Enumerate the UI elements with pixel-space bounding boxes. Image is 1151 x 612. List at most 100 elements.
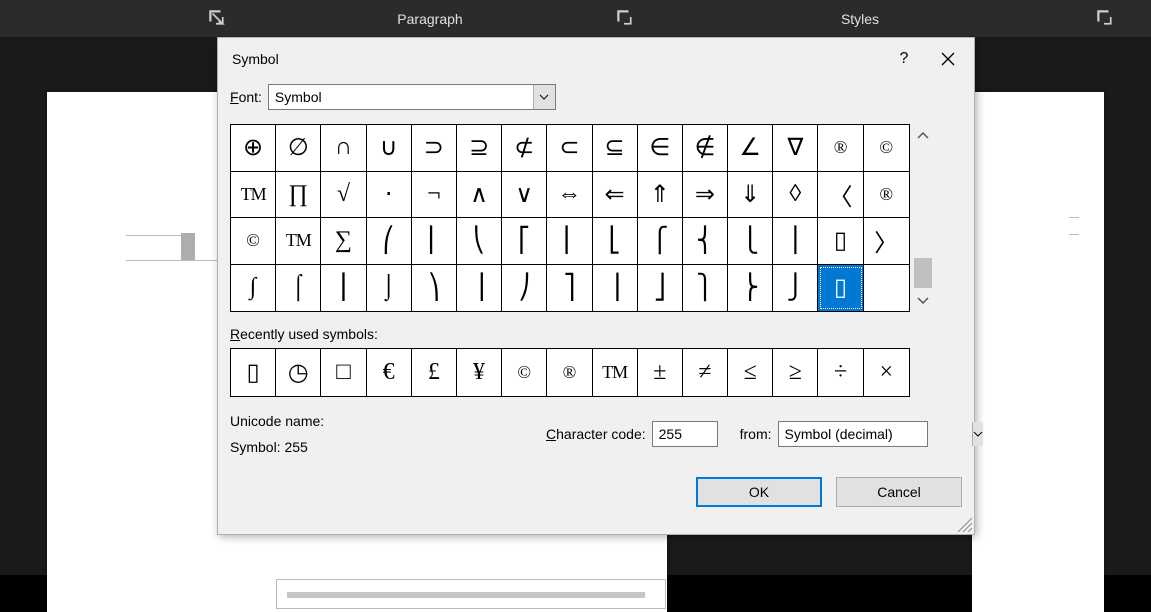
recent-symbol-cell[interactable]: TM: [593, 349, 638, 396]
recent-symbol-cell[interactable]: ÷: [818, 349, 863, 396]
symbol-cell[interactable]: ⎩: [728, 218, 773, 265]
symbol-cell[interactable]: ⎡: [502, 218, 547, 265]
dialog-launcher-icon[interactable]: [615, 8, 633, 26]
symbol-cell[interactable]: ⊆: [593, 125, 638, 172]
symbol-cell[interactable]: ∨: [502, 172, 547, 219]
symbol-cell[interactable]: ⎢: [547, 218, 592, 265]
recent-symbol-cell[interactable]: ¥: [457, 349, 502, 396]
scroll-thumb[interactable]: [914, 258, 932, 288]
recent-symbol-cell[interactable]: ≠: [683, 349, 728, 396]
recent-symbols-grid[interactable]: ▯◷□€£¥©®TM±≠≤≥÷×: [230, 348, 910, 397]
symbol-cell[interactable]: ∠: [728, 125, 773, 172]
font-dropdown-button[interactable]: [533, 85, 555, 109]
symbol-cell[interactable]: ∇: [773, 125, 818, 172]
recent-symbol-cell[interactable]: ≥: [773, 349, 818, 396]
scroll-track[interactable]: [914, 148, 932, 288]
symbol-cell[interactable]: TM: [276, 218, 321, 265]
symbol-cell[interactable]: ⎨: [683, 218, 728, 265]
grid-scrollbar[interactable]: [910, 124, 934, 312]
dialog-titlebar[interactable]: Symbol ?: [218, 38, 974, 80]
recent-symbol-cell[interactable]: □: [321, 349, 366, 396]
recent-symbol-cell[interactable]: ◷: [276, 349, 321, 396]
from-combo[interactable]: [778, 421, 928, 447]
symbol-cell[interactable]: ⎥: [593, 265, 638, 312]
symbol-cell[interactable]: ⇓: [728, 172, 773, 219]
resize-grip-icon[interactable]: [958, 518, 972, 532]
font-combo[interactable]: [268, 84, 556, 110]
symbol-grid[interactable]: ⊕∅∩∪⊃⊇⊄⊂⊆∈∉∠∇®©TM∏√⋅¬∧∨⇔⇐⇑⇒⇓◊〈®©TM∑⎛⎜⎝⎡⎢…: [230, 124, 910, 312]
unicode-name-label: Unicode name:: [230, 413, 540, 429]
symbol-cell[interactable]: ⇐: [593, 172, 638, 219]
document-page-right[interactable]: [972, 92, 1104, 612]
symbol-cell[interactable]: ⎣: [593, 218, 638, 265]
symbol-cell[interactable]: 〉: [864, 218, 909, 265]
symbol-cell[interactable]: ⎝: [457, 218, 502, 265]
close-button[interactable]: [926, 40, 970, 78]
symbol-cell[interactable]: ⋅: [367, 172, 412, 219]
symbol-cell[interactable]: ⎞: [412, 265, 457, 312]
symbol-cell[interactable]: 〈: [818, 172, 863, 219]
symbol-cell[interactable]: ©: [864, 125, 909, 172]
symbol-cell[interactable]: ⌠: [276, 265, 321, 312]
symbol-cell[interactable]: √: [321, 172, 366, 219]
symbol-cell[interactable]: ⎦: [638, 265, 683, 312]
symbol-cell[interactable]: ©: [231, 218, 276, 265]
symbol-cell[interactable]: ∑: [321, 218, 366, 265]
recent-symbol-cell[interactable]: ▯: [231, 349, 276, 396]
recent-symbol-cell[interactable]: ®: [547, 349, 592, 396]
help-button[interactable]: ?: [882, 40, 926, 78]
symbol-cell[interactable]: ⇔: [547, 172, 592, 219]
symbol-cell[interactable]: ◊: [773, 172, 818, 219]
symbol-cell[interactable]: ⎬: [728, 265, 773, 312]
symbol-cell[interactable]: ∈: [638, 125, 683, 172]
from-dropdown-button[interactable]: [972, 422, 983, 446]
symbol-cell[interactable]: ∩: [321, 125, 366, 172]
character-code-input[interactable]: [652, 421, 718, 447]
symbol-cell[interactable]: ⎜: [412, 218, 457, 265]
dialog-launcher-icon[interactable]: [1095, 8, 1113, 26]
symbol-cell[interactable]: ∧: [457, 172, 502, 219]
symbol-cell[interactable]: ∫: [231, 265, 276, 312]
symbol-cell[interactable]: ⎤: [547, 265, 592, 312]
symbol-cell[interactable]: ▯: [818, 265, 863, 312]
recent-symbol-cell[interactable]: £: [412, 349, 457, 396]
symbol-cell[interactable]: ®: [818, 125, 863, 172]
font-input[interactable]: [269, 89, 533, 105]
symbol-cell[interactable]: ∪: [367, 125, 412, 172]
symbol-cell[interactable]: ∉: [683, 125, 728, 172]
symbol-cell[interactable]: ⇑: [638, 172, 683, 219]
recent-symbol-cell[interactable]: ≤: [728, 349, 773, 396]
symbol-cell[interactable]: ⎛: [367, 218, 412, 265]
symbol-cell[interactable]: ⊂: [547, 125, 592, 172]
symbol-cell[interactable]: TM: [231, 172, 276, 219]
cancel-button[interactable]: Cancel: [836, 477, 962, 507]
symbol-cell[interactable]: ¬: [412, 172, 457, 219]
symbol-cell[interactable]: ⊃: [412, 125, 457, 172]
symbol-cell[interactable]: ⎪: [773, 218, 818, 265]
recent-symbol-cell[interactable]: ×: [864, 349, 909, 396]
recent-symbol-cell[interactable]: ±: [638, 349, 683, 396]
symbol-cell[interactable]: ®: [864, 172, 909, 219]
recent-symbol-cell[interactable]: €: [367, 349, 412, 396]
scroll-up-button[interactable]: [914, 126, 932, 144]
symbol-cell[interactable]: ⎭: [773, 265, 818, 312]
symbol-cell[interactable]: ⊇: [457, 125, 502, 172]
symbol-cell[interactable]: [864, 265, 909, 312]
symbol-cell[interactable]: ⌡: [367, 265, 412, 312]
symbol-cell[interactable]: ⊄: [502, 125, 547, 172]
symbol-cell[interactable]: ⎠: [502, 265, 547, 312]
symbol-cell[interactable]: ⎟: [457, 265, 502, 312]
from-input[interactable]: [779, 426, 972, 442]
symbol-cell[interactable]: ∏: [276, 172, 321, 219]
symbol-cell[interactable]: ▯: [818, 218, 863, 265]
symbol-cell[interactable]: ⊕: [231, 125, 276, 172]
symbol-cell[interactable]: ⇒: [683, 172, 728, 219]
symbol-cell[interactable]: ∅: [276, 125, 321, 172]
recent-symbol-cell[interactable]: ©: [502, 349, 547, 396]
symbol-cell[interactable]: ⎮: [321, 265, 366, 312]
symbol-cell[interactable]: ⎫: [683, 265, 728, 312]
symbol-cell[interactable]: ⎧: [638, 218, 683, 265]
ok-button[interactable]: OK: [696, 477, 822, 507]
dialog-launcher-icon[interactable]: [207, 8, 225, 26]
scroll-down-button[interactable]: [914, 292, 932, 310]
